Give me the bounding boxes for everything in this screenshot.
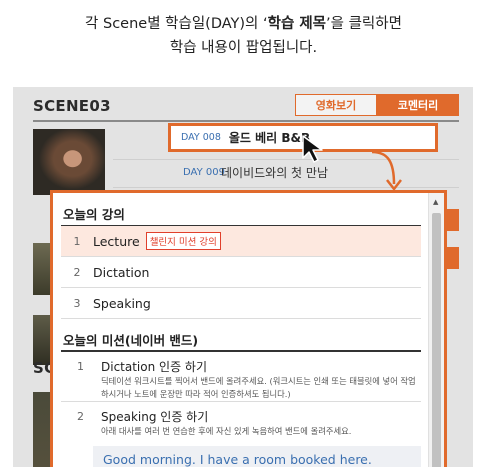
caption-bold-term: 학습 제목: [267, 16, 327, 32]
lecture-label: Lecture: [93, 233, 140, 249]
mission-section-title: 오늘의 미션(네이버 밴드): [63, 333, 199, 348]
lecture-section-title: 오늘의 강의: [63, 207, 125, 222]
scrollbar-thumb[interactable]: [432, 213, 441, 467]
curved-arrow-icon: [371, 150, 402, 191]
mouse-pointer-icon: [302, 135, 323, 163]
speaking-quote: Good morning. I have a room booked here.: [93, 446, 421, 467]
item-number: 2: [73, 265, 81, 279]
day-title-link[interactable]: 데이비드와의 첫 만남: [221, 164, 328, 181]
mission-description: 아래 대사를 여러 번 연습한 후에 자신 있게 녹음하여 밴드에 올려주세요.: [101, 426, 352, 436]
tab-commentary[interactable]: 코멘터리: [377, 94, 459, 116]
item-number: 1: [73, 234, 81, 248]
lecture-item[interactable]: 1 Lecture 챌린지 미션 강의: [61, 226, 421, 257]
scene-title: SCENE03: [33, 97, 111, 115]
day-label: DAY 008: [181, 132, 221, 143]
tab-watch-movie[interactable]: 영화보기: [295, 94, 377, 116]
day-title[interactable]: 올드 베리 B&B: [229, 129, 310, 146]
lesson-popup: 오늘의 강의 1 Lecture 챌린지 미션 강의 2 Dictation 3…: [50, 190, 447, 467]
lecture-item[interactable]: 2 Dictation: [61, 257, 421, 288]
mission-item: 2 Speaking 인증 하기 아래 대사를 여러 번 연습한 후에 자신 있…: [61, 408, 421, 444]
instruction-caption: 각 Scene별 학습일(DAY)의 ‘학습 제목’을 클릭하면 학습 내용이 …: [0, 12, 487, 60]
item-number: 2: [77, 410, 84, 423]
item-number: 3: [73, 296, 81, 310]
divider: [33, 120, 459, 122]
mission-title: Dictation 인증 하기: [101, 360, 208, 374]
scroll-up-icon[interactable]: ▲: [433, 198, 438, 206]
item-number: 1: [77, 360, 84, 373]
divider: [61, 350, 421, 352]
mission-description: 딕테이션 워크시트를 찍어서 밴드에 올려주세요. (워크시트는 인쇄 또는 태…: [101, 376, 416, 399]
scene-thumbnail[interactable]: [33, 129, 105, 195]
lecture-label: Speaking: [93, 295, 151, 311]
day-label: DAY 009: [183, 167, 225, 178]
popup-scrollbar[interactable]: ▲: [428, 193, 444, 467]
lecture-item[interactable]: 3 Speaking: [61, 288, 421, 319]
mission-title: Speaking 인증 하기: [101, 410, 209, 424]
divider: [61, 401, 421, 402]
caption-line-2: 학습 내용이 팝업됩니다.: [169, 40, 318, 56]
lecture-label: Dictation: [93, 264, 150, 280]
mission-item: 1 Dictation 인증 하기 딕테이션 워크시트를 찍어서 밴드에 올려주…: [61, 358, 421, 403]
scene-tabs: 영화보기 코멘터리: [295, 94, 459, 116]
caption-line-1: 각 Scene별 학습일(DAY)의 ‘학습 제목’을 클릭하면: [85, 16, 402, 32]
challenge-badge: 챌린지 미션 강의: [145, 232, 221, 250]
